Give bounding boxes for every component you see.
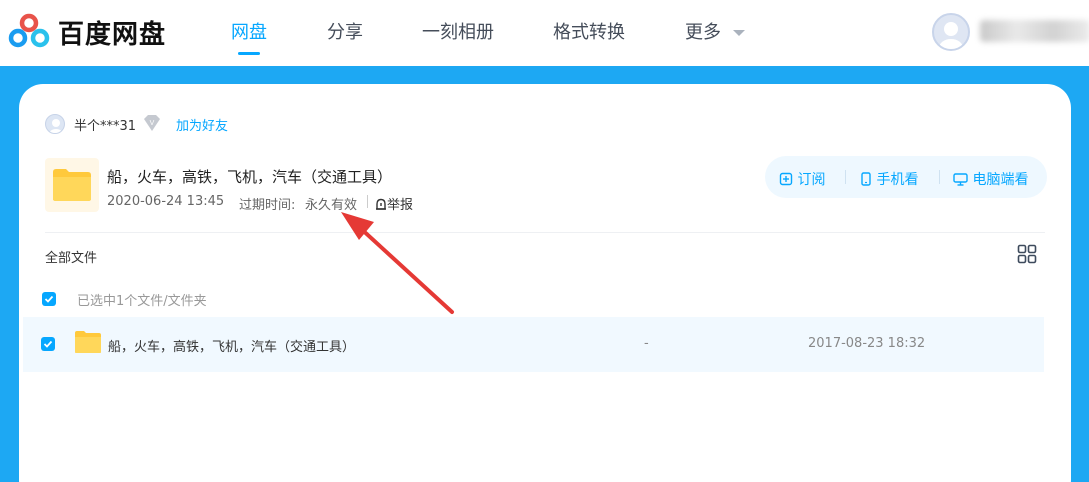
divider [939, 170, 940, 184]
nav-tab-share[interactable]: 分享 [327, 18, 363, 44]
check-icon [44, 295, 54, 303]
subscribe-label: 订阅 [797, 172, 826, 188]
view-on-pc-button[interactable]: 电脑端看 [953, 169, 1028, 189]
nav-active-indicator [238, 52, 260, 55]
username-blurred[interactable] [980, 20, 1089, 42]
file-size: - [644, 336, 649, 351]
file-name[interactable]: 船，火车，高铁，飞机，汽车（交通工具） [108, 336, 355, 355]
selection-status: 已选中1个文件/文件夹 [77, 294, 207, 309]
user-avatar[interactable] [932, 13, 970, 51]
subscribe-button[interactable]: 订阅 [779, 169, 825, 189]
share-actions: 订阅 手机看 电脑端看 [765, 156, 1047, 198]
chevron-down-icon[interactable] [733, 30, 745, 36]
row-checkbox[interactable] [41, 337, 55, 351]
user-silhouette-icon [49, 119, 63, 133]
alarm-icon [376, 198, 386, 210]
check-icon [43, 340, 53, 348]
sharer-name[interactable]: 半个***31 [74, 115, 136, 134]
divider [845, 170, 846, 184]
report-label: 举报 [387, 198, 414, 213]
view-on-phone-button[interactable]: 手机看 [860, 169, 918, 189]
subscribe-icon [779, 172, 793, 186]
svg-text:V: V [150, 120, 155, 127]
share-card: 半个***31 V 加为好友 船，火车，高铁，飞机，汽车（交通工具） 2020-… [19, 84, 1071, 482]
file-modified-date: 2017-08-23 18:32 [808, 336, 926, 351]
sharer-avatar[interactable] [45, 114, 65, 134]
grid-view-icon[interactable] [1017, 244, 1037, 264]
select-all-checkbox[interactable] [42, 292, 56, 306]
share-title: 船，火车，高铁，飞机，汽车（交通工具） [107, 168, 393, 186]
share-date: 2020-06-24 13:45 [107, 194, 225, 209]
top-navbar: 百度网盘 网盘 分享 一刻相册 格式转换 更多 [0, 0, 1089, 66]
nav-tab-more[interactable]: 更多 [685, 18, 721, 44]
expire-label: 过期时间: [239, 198, 296, 213]
diamond-icon: V [144, 115, 160, 131]
nav-tab-format-convert[interactable]: 格式转换 [553, 18, 625, 44]
folder-icon [53, 169, 91, 201]
expire-value: 永久有效 [305, 198, 358, 213]
nav-tab-netdisk[interactable]: 网盘 [231, 18, 267, 44]
report-link[interactable]: 举报 [375, 194, 413, 213]
breadcrumb-all-files[interactable]: 全部文件 [45, 247, 97, 266]
view-on-pc-label: 电脑端看 [972, 172, 1029, 188]
view-on-phone-label: 手机看 [876, 172, 919, 188]
phone-icon [861, 172, 871, 186]
share-folder-thumbnail [45, 158, 99, 212]
baidu-netdisk-logo-icon[interactable] [8, 13, 50, 49]
add-friend-link[interactable]: 加为好友 [176, 115, 228, 134]
folder-icon [75, 331, 101, 353]
brand-name[interactable]: 百度网盘 [58, 14, 166, 51]
table-row[interactable]: 船，火车，高铁，飞机，汽车（交通工具） - 2017-08-23 18:32 [23, 317, 1044, 372]
section-divider [45, 232, 1045, 233]
divider [367, 195, 368, 208]
user-silhouette-icon [939, 22, 963, 49]
nav-tab-moment-album[interactable]: 一刻相册 [422, 18, 494, 44]
monitor-icon [953, 173, 968, 186]
